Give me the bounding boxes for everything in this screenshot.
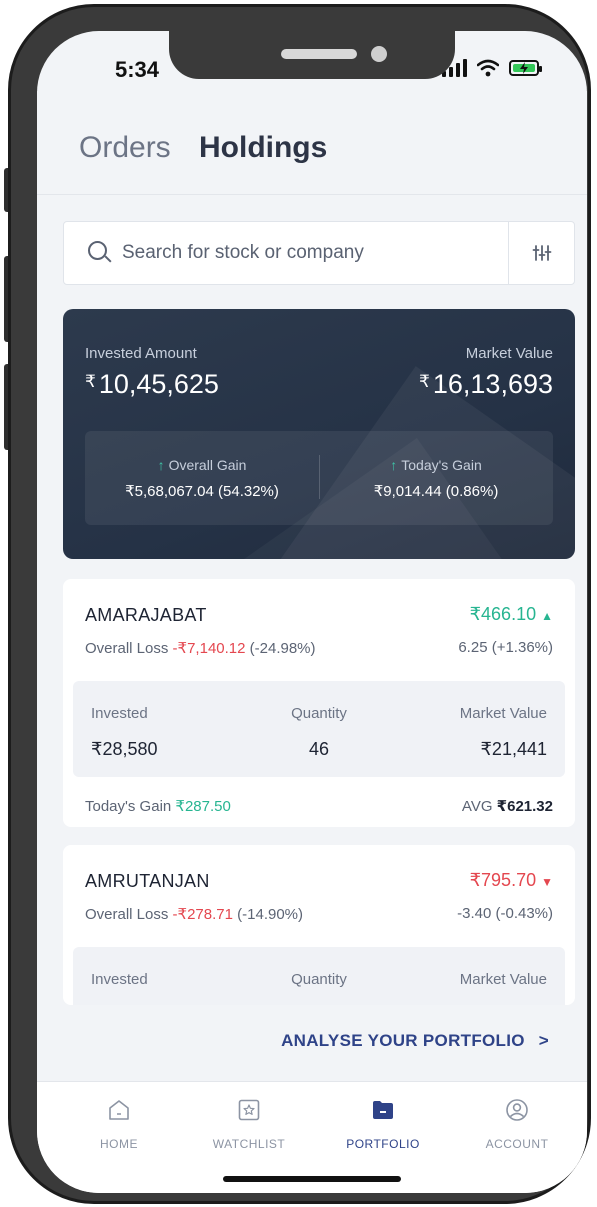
- market-value-label: Market Value: [465, 345, 553, 362]
- user-icon: [506, 1099, 528, 1121]
- triangle-up-icon: ▲: [541, 609, 553, 623]
- status-icons: [442, 59, 542, 77]
- day-change: -3.40 (-0.43%): [457, 905, 553, 922]
- holding-stats: Invested Quantity Market Value: [73, 947, 565, 1005]
- market-value: ₹21,441: [480, 739, 547, 759]
- nav-home-label: HOME: [100, 1137, 138, 1151]
- sort-filter-icon: [532, 245, 551, 261]
- gain-summary: ↑ Overall Gain ₹5,68,067.04 (54.32%) ↑ Tod…: [85, 431, 553, 525]
- overall-loss: Overall Loss -₹7,140.12 (-24.98%): [85, 640, 316, 657]
- holding-card[interactable]: AMRUTANJAN ₹795.70 ▼ Overall Loss -₹278.…: [63, 845, 575, 1005]
- arrow-up-icon: ↑: [390, 457, 398, 473]
- app-screen: 5:34 Orders Holdings Search for stock or…: [37, 31, 587, 1193]
- market-value-value: ₹16,13,693: [419, 369, 553, 399]
- front-camera: [371, 46, 387, 62]
- phone-frame: 5:34 Orders Holdings Search for stock or…: [8, 4, 591, 1204]
- speaker: [281, 49, 357, 59]
- nav-watchlist[interactable]: WATCHLIST: [189, 1098, 309, 1151]
- search-icon: [88, 241, 112, 265]
- today-gain: Today's Gain ₹287.50: [85, 798, 231, 815]
- stock-name: AMRUTANJAN: [85, 871, 210, 891]
- nav-home[interactable]: HOME: [59, 1098, 179, 1151]
- average-price: AVG ₹621.32: [461, 798, 553, 815]
- today-gain-label: Today's Gain: [401, 457, 482, 473]
- holding-stats: Invested Quantity Market Value ₹28,580 4…: [73, 681, 565, 777]
- battery-icon: [509, 60, 542, 76]
- nav-account-label: ACCOUNT: [485, 1137, 549, 1151]
- arrow-up-icon: ↑: [157, 457, 165, 473]
- search-input[interactable]: [122, 242, 508, 264]
- star-icon: [238, 1099, 260, 1121]
- notch: [169, 31, 455, 79]
- wifi-icon: [477, 59, 499, 77]
- invested-amount-label: Invested Amount: [85, 345, 197, 362]
- folder-icon: [373, 1101, 393, 1119]
- nav-portfolio[interactable]: PORTFOLIO: [323, 1098, 443, 1151]
- chevron-right-icon: >: [538, 1031, 549, 1050]
- today-gain: ↑ Today's Gain ₹9,014.44 (0.86%): [319, 457, 553, 500]
- home-icon: [109, 1100, 129, 1120]
- currency-symbol: ₹: [419, 372, 430, 391]
- currency-symbol: ₹: [85, 372, 96, 391]
- invested-amount-value: ₹10,45,625: [85, 369, 219, 399]
- stock-price: ₹466.10 ▲: [469, 604, 553, 624]
- header: Orders Holdings: [37, 91, 587, 195]
- portfolio-summary-card: Invested Amount ₹10,45,625 Market Value …: [63, 309, 575, 559]
- market-value-label: Market Value: [459, 705, 547, 722]
- stock-price: ₹795.70 ▼: [469, 870, 553, 890]
- overall-loss: Overall Loss -₹278.71 (-14.90%): [85, 906, 303, 923]
- today-gain-value: ₹9,014.44 (0.86%): [373, 483, 499, 500]
- overall-gain: ↑ Overall Gain ₹5,68,067.04 (54.32%): [85, 457, 319, 500]
- overall-gain-label: Overall Gain: [168, 457, 247, 473]
- triangle-down-icon: ▼: [541, 875, 553, 889]
- tab-holdings[interactable]: Holdings: [199, 131, 327, 165]
- nav-account[interactable]: ACCOUNT: [457, 1098, 577, 1151]
- day-change: 6.25 (+1.36%): [458, 639, 553, 656]
- nav-portfolio-label: PORTFOLIO: [346, 1137, 420, 1151]
- search-bar: [63, 221, 575, 285]
- tab-orders[interactable]: Orders: [79, 131, 171, 165]
- stock-name: AMARAJABAT: [85, 605, 207, 625]
- nav-watchlist-label: WATCHLIST: [212, 1137, 286, 1151]
- holding-card[interactable]: AMARAJABAT ₹466.10 ▲ Overall Loss -₹7,14…: [63, 579, 575, 827]
- home-indicator: [223, 1176, 401, 1182]
- analyse-portfolio-link[interactable]: ANALYSE YOUR PORTFOLIO >: [281, 1031, 549, 1051]
- overall-gain-value: ₹5,68,067.04 (54.32%): [125, 483, 279, 500]
- filter-button[interactable]: [508, 222, 574, 284]
- status-time: 5:34: [115, 57, 160, 82]
- market-value-label: Market Value: [459, 971, 547, 988]
